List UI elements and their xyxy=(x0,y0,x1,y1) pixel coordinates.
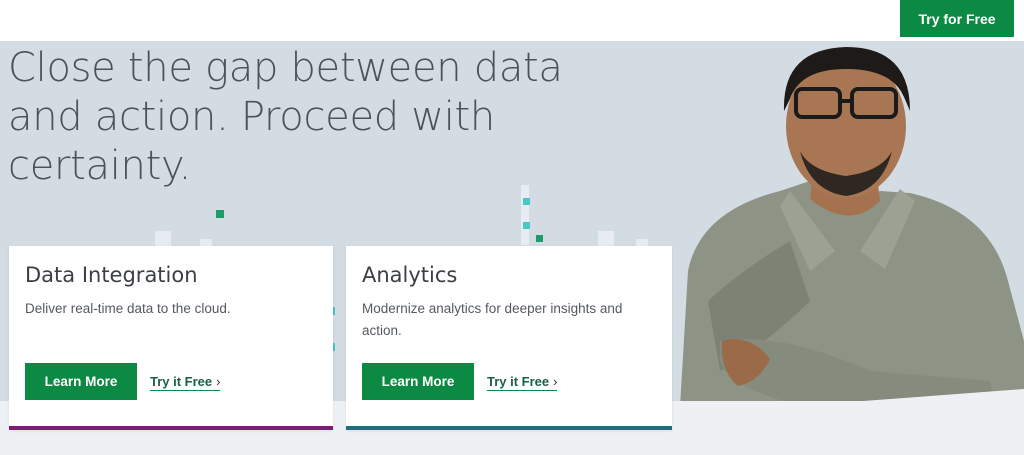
hero-person-photo xyxy=(680,47,1024,407)
decorative-bar xyxy=(521,185,529,245)
try-it-free-link[interactable]: Try it Free › xyxy=(150,374,221,391)
card-description: Deliver real-time data to the cloud. xyxy=(25,301,231,316)
card-title: Data Integration xyxy=(25,263,198,287)
decorative-square xyxy=(523,198,530,205)
chevron-right-icon: › xyxy=(216,374,221,389)
try-it-free-label: Try it Free xyxy=(487,374,550,389)
try-it-free-label: Try it Free xyxy=(150,374,213,389)
chevron-right-icon: › xyxy=(553,374,558,389)
decorative-square xyxy=(536,235,543,242)
decorative-square xyxy=(216,210,224,218)
learn-more-button[interactable]: Learn More xyxy=(362,363,474,400)
card-description: Modernize analytics for deeper insights … xyxy=(362,301,623,338)
learn-more-button[interactable]: Learn More xyxy=(25,363,137,400)
try-it-free-link[interactable]: Try it Free › xyxy=(487,374,558,391)
card-data-integration: Data Integration Deliver real-time data … xyxy=(9,246,333,430)
card-analytics: Analytics Modernize analytics for deeper… xyxy=(346,246,672,430)
decorative-square xyxy=(523,222,530,229)
hero-headline: Close the gap between data and action. P… xyxy=(8,45,563,189)
card-title: Analytics xyxy=(362,263,458,287)
top-bar: Try for Free xyxy=(0,0,1024,41)
try-for-free-button[interactable]: Try for Free xyxy=(900,0,1014,37)
